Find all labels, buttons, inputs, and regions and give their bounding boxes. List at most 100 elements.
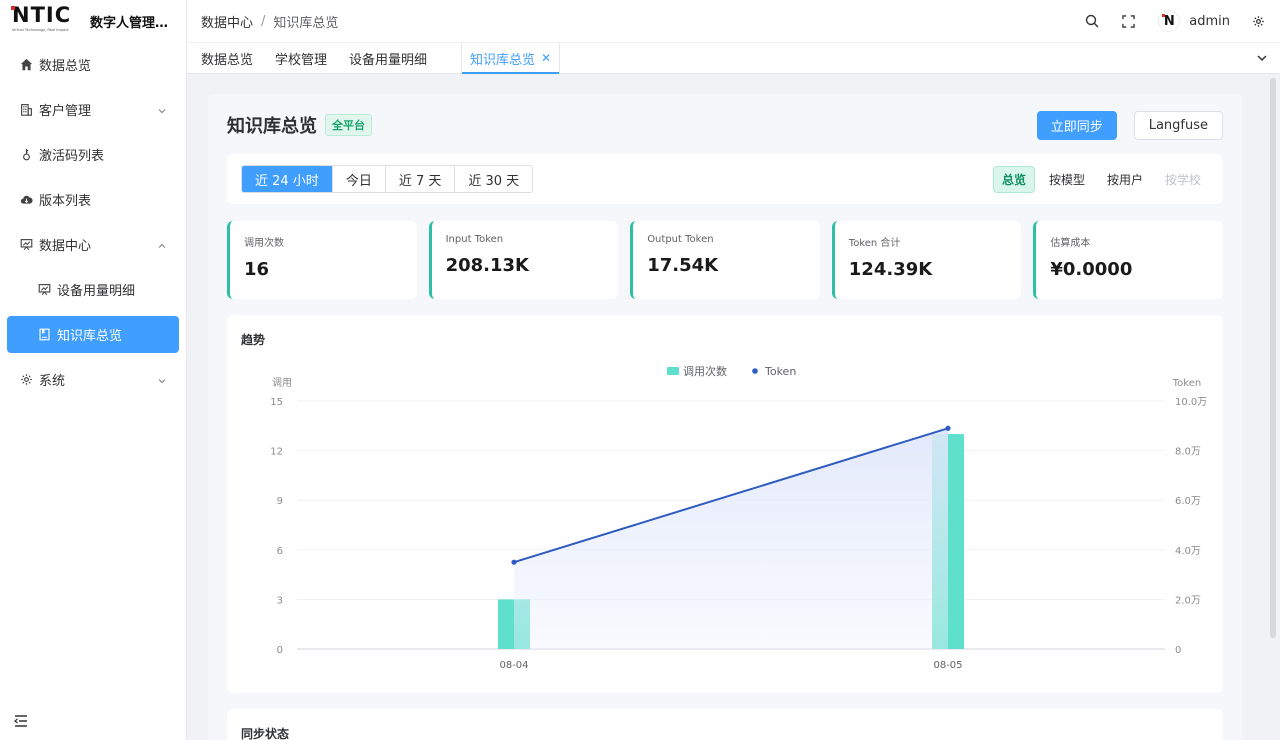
sidebar-item-data-center[interactable]: 数据中心 [7, 222, 179, 267]
breadcrumb: 数据中心 / 知识库总览 [201, 12, 338, 31]
building-icon [19, 103, 33, 117]
scrollbar-thumb[interactable] [1270, 78, 1276, 638]
sidebar-item-activation-codes[interactable]: 激活码列表 [7, 132, 179, 177]
range-7d[interactable]: 近 7 天 [385, 166, 456, 192]
key-icon [19, 148, 33, 162]
token-point [945, 425, 951, 431]
token-area [514, 428, 948, 649]
langfuse-button[interactable]: Langfuse [1133, 110, 1223, 140]
page-panel: 知识库总览 全平台 立即同步 Langfuse 近 24 小时 今日 近 7 天… [208, 94, 1242, 740]
sidebar-item-system[interactable]: 系统 [7, 357, 179, 402]
y-left-tick-label: 0 [277, 645, 283, 656]
view-by-user[interactable]: 按用户 [1099, 166, 1151, 193]
stat-value: 17.54K [647, 255, 719, 276]
scrollbar-track [1266, 74, 1280, 740]
sidebar-item-label: 激活码列表 [39, 149, 105, 164]
presentation-icon [37, 283, 51, 297]
sync-now-button[interactable]: 立即同步 [1036, 110, 1117, 140]
fullscreen-icon[interactable] [1120, 13, 1136, 29]
y-left-tick-label: 9 [277, 496, 283, 507]
stat-label: Token 合计 [848, 238, 901, 249]
app-title: 数字人管理… [90, 15, 169, 31]
avatar-letter: N [1163, 13, 1175, 29]
stat-label: Output Token [647, 234, 714, 245]
logo: NTIC Virtual Technology, Real Impact [11, 3, 82, 38]
view-overview[interactable]: 总览 [992, 165, 1035, 193]
breadcrumb-item[interactable]: 数据中心 [201, 12, 253, 31]
chevron-down-icon [157, 105, 167, 115]
legend-swatch-line [752, 368, 758, 374]
stat-label: 估算成本 [1050, 238, 1091, 249]
top-actions: N admin [1064, 10, 1266, 32]
range-30d[interactable]: 近 30 天 [455, 166, 533, 192]
trend-card: 趋势 0 0 3 2.0万 6 4.0万 9 6.0万 12 8.0万 15 10.0万 调用 Token… [227, 315, 1223, 693]
tabs-bar: 数据总览 学校管理 设备用量明细 知识库总览 ✕ [187, 43, 1280, 74]
sidebar-item-versions[interactable]: 版本列表 [7, 177, 179, 222]
tab-label: 设备用量明细 [349, 52, 428, 68]
cloud-icon [19, 193, 33, 207]
breadcrumb-item-current: 知识库总览 [273, 15, 339, 31]
stat-card-token-total: Token 合计 124.39K [831, 221, 1022, 299]
sidebar-item-customers[interactable]: 客户管理 [7, 87, 179, 132]
x-tick-label: 08-04 [499, 660, 528, 671]
stat-value: ¥0.0000 [1050, 259, 1133, 280]
gear-icon[interactable] [1250, 13, 1266, 29]
sidebar: NTIC Virtual Technology, Real Impact 数字人… [0, 0, 187, 740]
sidebar-item-knowledge-base[interactable]: 知识库总览 [7, 316, 179, 353]
trend-chart: 0 0 3 2.0万 6 4.0万 9 6.0万 12 8.0万 15 10.0万 调用 Token 08-… [270, 364, 1207, 671]
page-header: 知识库总览 全平台 立即同步 Langfuse [227, 109, 1223, 141]
sidebar-item-label: 系统 [39, 374, 66, 389]
view-by-school[interactable]: 按学校 [1157, 166, 1209, 193]
tab-school-management[interactable]: 学校管理 [275, 43, 339, 73]
time-range-selector: 近 24 小时 今日 近 7 天 近 30 天 [241, 165, 534, 193]
topbar: 数据中心 / 知识库总览 N admin [187, 0, 1280, 43]
home-icon [19, 58, 33, 72]
sidebar-item-dashboard[interactable]: 数据总览 [7, 42, 179, 87]
tab-knowledge-base[interactable]: 知识库总览 ✕ [461, 43, 561, 74]
user-menu[interactable]: N admin [1158, 10, 1230, 32]
range-today[interactable]: 今日 [332, 166, 386, 192]
range-24h[interactable]: 近 24 小时 [242, 166, 333, 192]
x-tick-label: 08-05 [933, 660, 962, 671]
tab-label: 知识库总览 [470, 52, 536, 68]
chevron-up-icon [157, 240, 167, 250]
legend-label: Token [764, 365, 796, 378]
y-right-tick-label: 8.0万 [1175, 447, 1201, 458]
tab-device-usage[interactable]: 设备用量明细 [349, 43, 439, 73]
y-left-tick-label: 12 [270, 447, 283, 458]
platform-tag: 全平台 [325, 114, 372, 136]
stat-card-calls: 调用次数 16 [227, 221, 417, 299]
y-left-axis-label: 调用 [272, 377, 292, 389]
y-right-tick-label: 4.0万 [1175, 546, 1201, 557]
sidebar-item-device-usage[interactable]: 设备用量明细 [7, 267, 179, 312]
username: admin [1189, 13, 1230, 29]
tab-label: 数据总览 [201, 52, 254, 68]
stat-value: 124.39K [848, 259, 933, 280]
logo-text: NTIC [12, 3, 72, 27]
chevron-down-icon[interactable] [1256, 52, 1268, 64]
page-title: 知识库总览 [227, 116, 317, 137]
legend-swatch-bar [667, 367, 679, 375]
sync-status-title: 同步状态 [241, 727, 290, 740]
view-switch: 总览 按模型 按用户 按学校 [992, 165, 1209, 193]
legend-label: 调用次数 [683, 364, 727, 378]
search-icon[interactable] [1084, 13, 1100, 29]
sidebar-item-label: 数据总览 [39, 59, 92, 74]
stat-card-input-token: Input Token 208.13K [428, 221, 619, 299]
close-icon[interactable]: ✕ [541, 51, 551, 65]
sidebar-item-label: 知识库总览 [57, 329, 123, 344]
gear-icon [19, 373, 33, 387]
header-actions: 立即同步 Langfuse [1036, 110, 1223, 140]
book-icon [37, 328, 51, 342]
y-right-tick-label: 10.0万 [1175, 397, 1207, 408]
y-right-tick-label: 2.0万 [1175, 595, 1201, 606]
presentation-icon [19, 238, 33, 252]
y-left-tick-label: 6 [277, 546, 283, 557]
filter-card: 近 24 小时 今日 近 7 天 近 30 天 总览 按模型 按用户 按学校 [227, 154, 1223, 204]
tab-label: 学校管理 [275, 52, 328, 68]
collapse-sidebar-icon[interactable] [13, 714, 28, 728]
view-by-model[interactable]: 按模型 [1041, 166, 1093, 193]
tab-dashboard[interactable]: 数据总览 [201, 43, 265, 73]
sync-status-card: 同步状态 [227, 709, 1223, 740]
stat-card-estimated-cost: 估算成本 ¥0.0000 [1033, 221, 1223, 299]
